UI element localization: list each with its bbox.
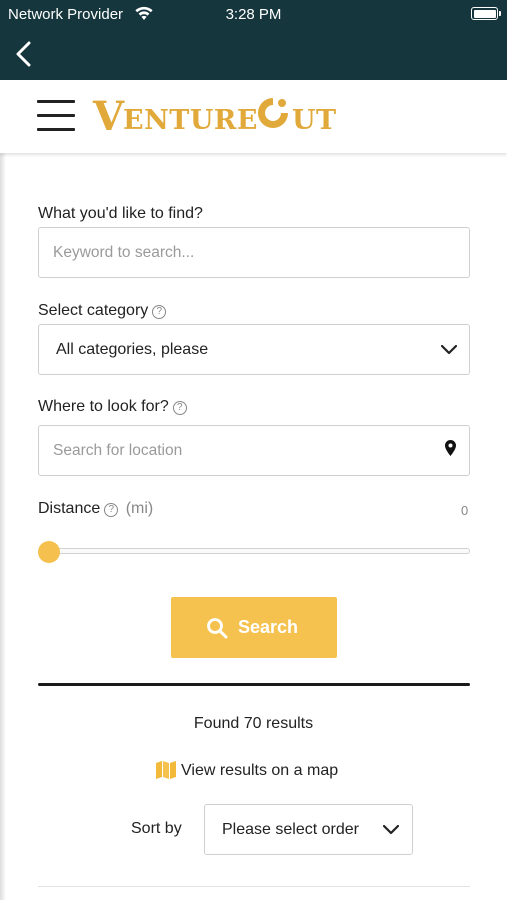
view-map-label: View results on a map [181, 762, 339, 779]
distance-unit: (mi) [125, 500, 154, 517]
location-label: Where to look for? [38, 398, 169, 415]
hamburger-menu-icon[interactable] [37, 100, 75, 132]
sort-select[interactable]: Please select order [204, 804, 413, 855]
help-icon[interactable]: ? [152, 305, 167, 319]
clock: 3:28 PM [225, 6, 282, 23]
sort-label: Sort by [131, 820, 182, 837]
site-header: V ENTURE UT [0, 80, 507, 153]
distance-label: Distance [38, 500, 101, 517]
search-button-label: Search [238, 617, 299, 637]
map-pin-icon[interactable] [445, 440, 456, 457]
distance-value: 0 [461, 503, 469, 518]
keyword-label: What you'd like to find? [38, 205, 203, 222]
keyword-input[interactable]: Keyword to search... [38, 227, 470, 278]
search-icon [207, 618, 228, 639]
chevron-down-icon [441, 345, 457, 355]
location-label-row: Where to look for?? [38, 398, 187, 416]
chevron-down-icon [383, 825, 399, 835]
results-count: Found 70 results [193, 715, 314, 732]
side-shadow [0, 80, 6, 900]
category-selected: All categories, please [56, 341, 209, 358]
bottom-divider [38, 886, 470, 887]
keyword-placeholder: Keyword to search... [53, 244, 195, 261]
navigation-bar [0, 30, 507, 80]
help-icon[interactable]: ? [172, 401, 187, 415]
map-icon [156, 761, 176, 779]
category-select[interactable]: All categories, please [38, 324, 470, 375]
distance-label-row: Distance? (mi) [38, 500, 153, 518]
location-placeholder: Search for location [53, 442, 183, 459]
sort-selected: Please select order [222, 821, 359, 838]
location-input[interactable]: Search for location [38, 425, 470, 476]
battery-icon [471, 7, 501, 20]
search-button[interactable]: Search [171, 597, 337, 658]
section-divider [38, 683, 470, 686]
help-icon[interactable]: ? [104, 503, 119, 517]
venture-out-logo[interactable]: V ENTURE UT [93, 93, 343, 140]
distance-slider-track[interactable] [46, 548, 470, 554]
chevron-left-icon[interactable] [12, 39, 36, 69]
category-label: Select category [38, 302, 149, 319]
status-bar: Network Provider 3:28 PM [0, 0, 507, 30]
distance-slider-handle[interactable] [38, 541, 60, 563]
category-label-row: Select category? [38, 302, 167, 320]
